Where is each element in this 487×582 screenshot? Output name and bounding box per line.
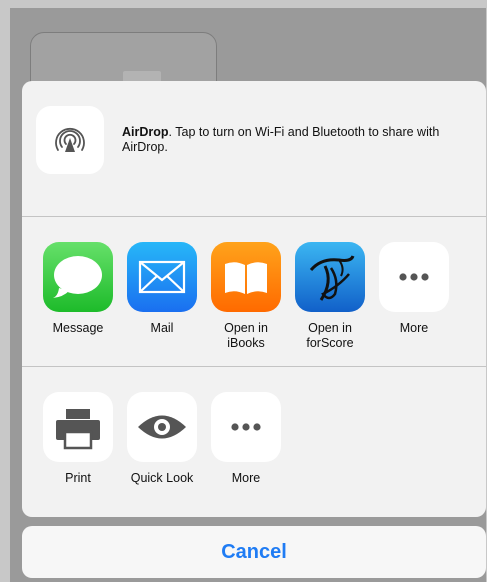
- more-apps-label: More: [399, 321, 429, 335]
- share-mail[interactable]: Mail: [120, 242, 204, 336]
- airdrop-row[interactable]: AirDrop. Tap to turn on Wi-Fi and Blueto…: [22, 81, 486, 217]
- ibooks-icon[interactable]: [211, 242, 281, 312]
- action-print-label: Print: [65, 471, 91, 485]
- share-sheet: AirDrop. Tap to turn on Wi-Fi and Blueto…: [22, 81, 486, 517]
- quick-look-icon[interactable]: [127, 392, 197, 462]
- share-mail-label: Mail: [150, 321, 174, 335]
- mail-icon[interactable]: [127, 242, 197, 312]
- airdrop-icon[interactable]: [36, 106, 104, 174]
- open-in-forscore[interactable]: Open in forScore: [288, 242, 372, 351]
- more-icon[interactable]: [211, 392, 281, 462]
- message-icon[interactable]: [43, 242, 113, 312]
- share-actions-row: Print Quick Look More: [22, 367, 486, 517]
- open-in-ibooks[interactable]: Open in iBooks: [204, 242, 288, 351]
- more-actions[interactable]: More: [204, 392, 288, 486]
- more-icon[interactable]: [379, 242, 449, 312]
- more-actions-label: More: [231, 471, 261, 485]
- screen: pdf AirDrop. Tap to turn on Wi-Fi and Bl…: [10, 8, 486, 582]
- airdrop-title: AirDrop: [122, 125, 169, 139]
- open-in-forscore-label: Open in forScore: [306, 321, 354, 350]
- action-quick-look-label: Quick Look: [130, 471, 194, 485]
- share-message[interactable]: Message: [36, 242, 120, 336]
- cancel-button[interactable]: Cancel: [22, 526, 486, 578]
- open-in-ibooks-label: Open in iBooks: [224, 321, 268, 350]
- airdrop-message: . Tap to turn on Wi-Fi and Bluetooth to …: [122, 125, 440, 154]
- action-quick-look[interactable]: Quick Look: [120, 392, 204, 486]
- more-apps[interactable]: More: [372, 242, 456, 336]
- share-message-label: Message: [52, 321, 104, 335]
- airdrop-description: AirDrop. Tap to turn on Wi-Fi and Blueto…: [122, 125, 452, 155]
- print-icon[interactable]: [43, 392, 113, 462]
- action-print[interactable]: Print: [36, 392, 120, 486]
- share-apps-row: Message Mail Open in iBooks Open in forS…: [22, 217, 486, 367]
- forscore-icon[interactable]: [295, 242, 365, 312]
